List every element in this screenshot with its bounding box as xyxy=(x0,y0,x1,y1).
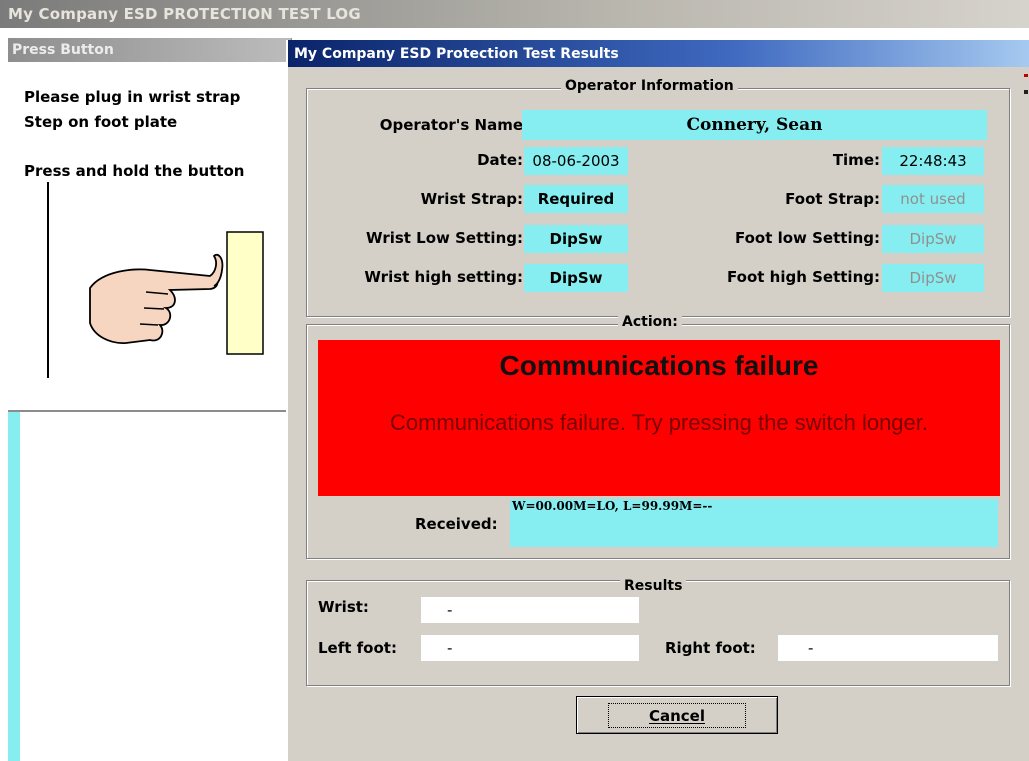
action-headline: Communications failure xyxy=(499,350,819,381)
action-message: Communications failure. Try pressing the… xyxy=(389,410,928,435)
press-panel-title: Press Button xyxy=(12,42,114,58)
wrist-high-setting-label: Wrist high setting: xyxy=(364,268,523,286)
results-legend: Results xyxy=(620,578,687,594)
instruction-step-foot-plate: Step on foot plate xyxy=(24,113,178,131)
wrist-strap-field[interactable]: Required xyxy=(524,185,628,213)
foot-strap-field[interactable]: not used xyxy=(882,185,984,213)
wrist-result-field[interactable]: - xyxy=(421,597,639,623)
operator-name-field[interactable]: Connery, Sean xyxy=(522,110,987,140)
wrist-result-label: Wrist: xyxy=(318,598,369,616)
received-label: Received: xyxy=(415,515,498,533)
wrist-low-setting-field[interactable]: DipSw xyxy=(524,225,628,253)
operator-information-legend: Operator Information xyxy=(561,78,738,94)
time-label: Time: xyxy=(832,151,880,169)
edge-marker xyxy=(1024,74,1028,77)
wrist-low-setting-label: Wrist Low Setting: xyxy=(366,229,523,247)
left-cyan-strip xyxy=(8,412,20,761)
app-title-bar[interactable]: My Company ESD PROTECTION TEST LOG xyxy=(0,0,1029,28)
time-field[interactable]: 22:48:43 xyxy=(882,147,984,175)
right-foot-result-field[interactable]: - xyxy=(778,635,998,661)
app-title: My Company ESD PROTECTION TEST LOG xyxy=(8,5,361,23)
operator-name-label: Operator's Name xyxy=(379,116,523,134)
right-foot-result-label: Right foot: xyxy=(665,639,756,657)
hand-pressing-button-icon xyxy=(47,182,264,378)
left-foot-result-field[interactable]: - xyxy=(421,635,639,661)
wrist-high-setting-field[interactable]: DipSw xyxy=(524,264,628,292)
received-field[interactable]: W=00.00M=LO, L=99.99M=-- xyxy=(510,499,998,547)
date-label: Date: xyxy=(477,151,523,169)
foot-high-setting-label: Foot high Setting: xyxy=(727,268,880,286)
received-value: W=00.00M=LO, L=99.99M=-- xyxy=(512,499,713,513)
wrist-strap-label: Wrist Strap: xyxy=(420,190,523,208)
dialog-title-bar[interactable]: My Company ESD Protection Test Results xyxy=(288,40,1029,67)
cancel-focus-rect: Cancel xyxy=(607,702,746,728)
results-group xyxy=(306,580,1010,686)
date-field[interactable]: 08-06-2003 xyxy=(524,147,628,175)
action-legend: Action: xyxy=(618,314,682,330)
foot-strap-label: Foot Strap: xyxy=(785,190,880,208)
edge-marker xyxy=(1024,90,1028,94)
cancel-button[interactable]: Cancel xyxy=(576,696,778,734)
press-button-panel: Press Button Please plug in wrist strap … xyxy=(8,38,292,412)
left-foot-result-label: Left foot: xyxy=(318,639,397,657)
foot-low-setting-field[interactable]: DipSw xyxy=(882,225,984,253)
foot-low-setting-label: Foot low Setting: xyxy=(734,229,880,247)
test-results-dialog: My Company ESD Protection Test Results O… xyxy=(286,40,1029,761)
action-message-box: Communications failure Communications fa… xyxy=(318,340,1000,496)
dialog-title: My Company ESD Protection Test Results xyxy=(294,46,619,62)
instruction-plug-wrist-strap: Please plug in wrist strap xyxy=(24,88,241,106)
cancel-button-label: Cancel xyxy=(648,706,705,725)
foot-high-setting-field[interactable]: DipSw xyxy=(882,264,984,292)
press-panel-title-bar[interactable]: Press Button xyxy=(8,38,291,62)
